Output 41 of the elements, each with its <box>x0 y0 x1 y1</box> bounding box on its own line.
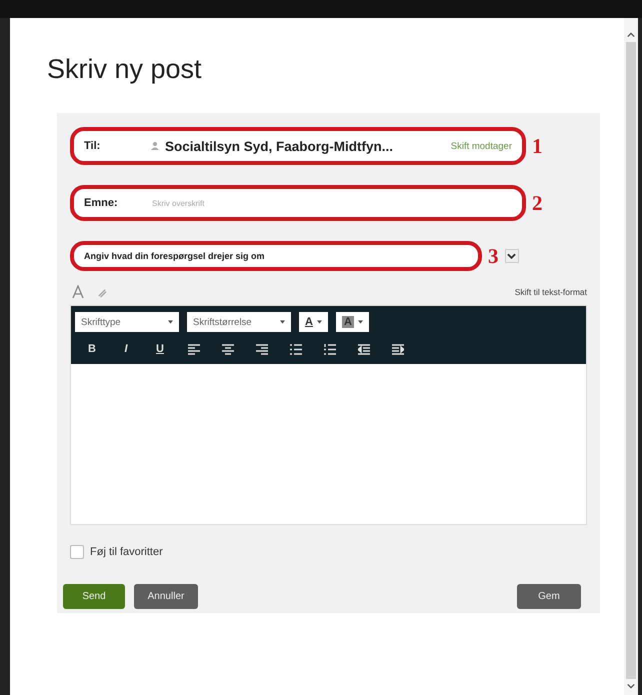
field-label: Emne: <box>84 197 119 209</box>
checkbox[interactable] <box>70 545 84 559</box>
dropdown[interactable]: Skrifttype <box>75 312 179 332</box>
annotation-number: 3 <box>488 244 498 268</box>
underline-button[interactable]: U <box>143 343 177 355</box>
chevron-down-icon[interactable] <box>504 249 518 263</box>
dialog-title: Skriv ny post <box>47 54 203 85</box>
numbered-list-icon[interactable] <box>324 344 336 354</box>
bold-button[interactable]: B <box>75 343 109 355</box>
bullet-list-icon[interactable] <box>290 344 302 354</box>
text-editor[interactable]: Skrifttype Skriftstørrelse A A B I U <box>70 305 587 525</box>
align-center-icon[interactable] <box>222 344 234 354</box>
recipient-field[interactable]: Til: Socialtilsyn Syd, Faaborg-Midtfyn... Skift modtager <box>70 127 526 165</box>
field-label: Til: <box>84 140 102 152</box>
annotation-number: 2 <box>532 190 542 216</box>
recipient-name: Socialtilsyn Syd, Faaborg-Midtfyn... <box>165 138 394 154</box>
outdent-icon[interactable] <box>358 344 370 354</box>
indent-icon[interactable] <box>392 344 404 354</box>
cancel-button[interactable]: Annuller <box>134 584 198 609</box>
text-color-dropdown[interactable]: A <box>299 312 328 332</box>
align-left-icon[interactable] <box>188 344 200 354</box>
checkbox-label: Føj til favoritter <box>90 546 163 558</box>
caret-icon <box>168 320 173 324</box>
save-button[interactable]: Gem <box>517 584 581 609</box>
align-right-icon[interactable] <box>256 344 268 354</box>
caret-icon <box>316 320 322 324</box>
highlight-dropdown[interactable]: A <box>336 312 369 332</box>
caret-icon <box>280 320 285 324</box>
caret-icon <box>358 320 363 324</box>
topic-dropdown[interactable]: Angiv hvad din forespørgsel drejer sig om <box>70 241 482 271</box>
scrollbar[interactable] <box>624 18 638 695</box>
scrollbar-thumb[interactable] <box>626 42 636 679</box>
send-button[interactable]: Send <box>63 584 125 609</box>
scroll-down-icon[interactable] <box>627 683 635 689</box>
annotation-number: 1 <box>532 134 542 158</box>
switch-format-link[interactable]: Skift til tekst-format <box>514 287 587 297</box>
font-icon[interactable] <box>72 285 84 299</box>
dropdown[interactable]: Skriftstørrelse <box>187 312 291 332</box>
scroll-up-icon[interactable] <box>627 32 635 38</box>
person-icon <box>150 141 160 151</box>
italic-button[interactable]: I <box>109 343 143 355</box>
